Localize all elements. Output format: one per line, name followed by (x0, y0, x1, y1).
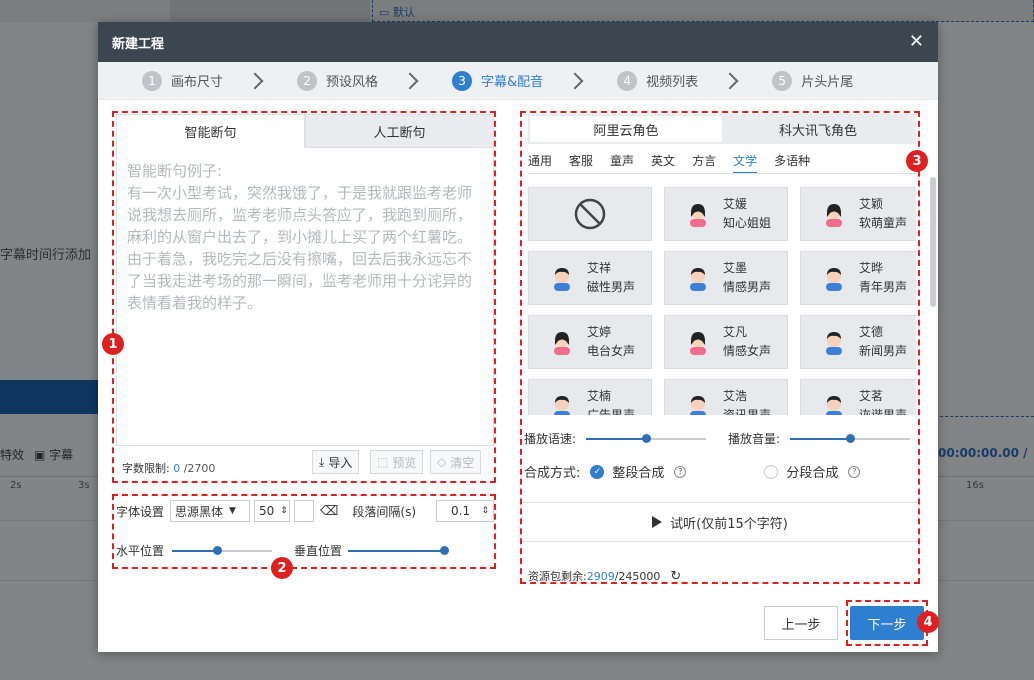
annotation-marker-2: 2 (271, 557, 293, 579)
step-label: 片头片尾 (801, 71, 853, 90)
annotation-marker-4: 4 (917, 611, 939, 633)
annotation-box-2 (112, 494, 496, 569)
step-label: 预设风格 (326, 71, 378, 90)
close-icon[interactable]: ✕ (909, 33, 924, 51)
prev-step-button[interactable]: 上一步 (764, 606, 838, 640)
chevron-right-icon (567, 72, 584, 89)
chevron-right-icon (247, 72, 264, 89)
step-label: 字幕&配音 (481, 71, 543, 90)
voice-grid-scrollbar[interactable] (930, 177, 936, 307)
dialog-title: 新建工程 (112, 33, 909, 52)
dialog-titlebar: 新建工程 ✕ (98, 22, 938, 62)
annotation-box-1 (112, 111, 496, 483)
step-number: 1 (142, 71, 162, 91)
step-label: 画布尺寸 (171, 71, 223, 90)
annotation-box-4 (846, 600, 928, 646)
step-number: 4 (617, 71, 637, 91)
annotation-marker-3: 3 (906, 150, 928, 172)
step-number: 3 (452, 71, 472, 91)
chevron-right-icon (402, 72, 419, 89)
new-project-dialog: 新建工程 ✕ 1画布尺寸 2预设风格 3字幕&配音 4视频列表 5片头片尾 智能… (98, 22, 938, 652)
step-canvas-size[interactable]: 1 画布尺寸 (142, 71, 223, 91)
step-preset-style[interactable]: 2 预设风格 (297, 71, 378, 91)
step-label: 视频列表 (646, 71, 698, 90)
step-video-list[interactable]: 4 视频列表 (617, 71, 698, 91)
step-subtitle-voice[interactable]: 3 字幕&配音 (452, 71, 543, 91)
wizard-steps: 1 画布尺寸 2 预设风格 3 字幕&配音 4 视频列表 5 片头片尾 (98, 62, 938, 100)
step-intro-outro[interactable]: 5 片头片尾 (772, 71, 853, 91)
annotation-box-3 (520, 111, 920, 584)
step-number: 2 (297, 71, 317, 91)
step-number: 5 (772, 71, 792, 91)
annotation-marker-1: 1 (102, 333, 124, 355)
chevron-right-icon (722, 72, 739, 89)
